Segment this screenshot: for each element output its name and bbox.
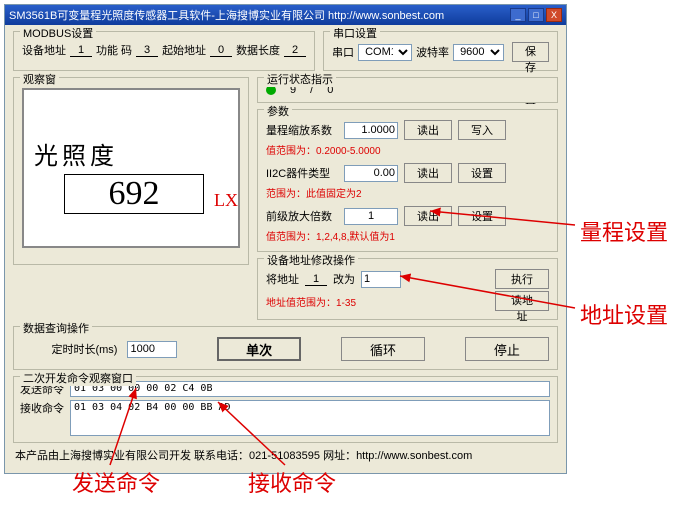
annotation-arrows — [0, 0, 700, 516]
